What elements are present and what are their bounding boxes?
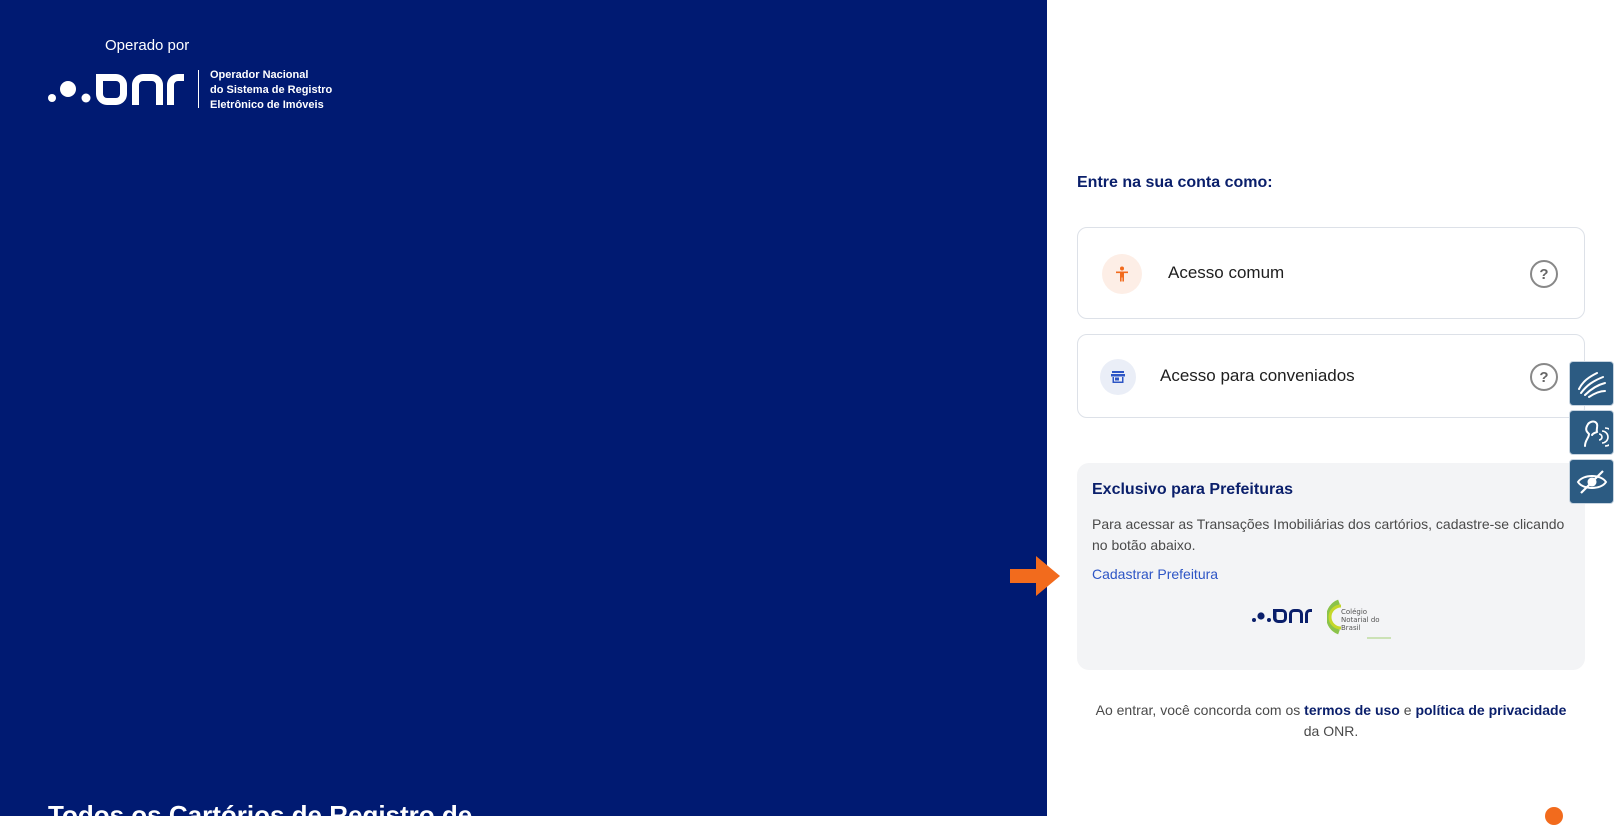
login-panel: Entre na sua conta como: Acesso comum ? … <box>1047 0 1616 816</box>
prefeituras-description: Para acessar as Transações Imobiliárias … <box>1092 516 1565 553</box>
help-icon[interactable]: ? <box>1530 363 1558 391</box>
terms-conjunction: e <box>1403 702 1412 718</box>
privacy-policy-link[interactable]: política de privacidade <box>1415 702 1566 718</box>
partner-access-label: Acesso para conveniados <box>1160 366 1355 385</box>
logo-caption-line: Operador Nacional <box>210 69 309 81</box>
partner-logos: Colégio Notarial do Brasil <box>1252 598 1412 648</box>
colegio-notarial-logo: Colégio Notarial do Brasil <box>1327 599 1391 639</box>
logo-caption-line: Eletrônico de Imóveis <box>210 99 324 111</box>
prefeituras-title: Exclusivo para Prefeituras <box>1092 481 1293 498</box>
brand-panel: Operado por Operador Nacional do Sistema… <box>0 0 1047 816</box>
logo-caption: Operador Nacional do Sistema de Registro… <box>210 68 332 113</box>
terms-suffix: da ONR. <box>1303 723 1359 739</box>
svg-text:Notarial do: Notarial do <box>1341 616 1380 624</box>
high-contrast-icon[interactable] <box>1569 459 1614 504</box>
prefeituras-box: Exclusivo para Prefeituras Para acessar … <box>1077 463 1585 670</box>
terms-prefix: Ao entrar, você concorda com os <box>1095 702 1301 718</box>
store-icon <box>1100 359 1136 395</box>
accessibility-toolbar <box>1569 361 1614 508</box>
orange-arrow-icon <box>1010 556 1060 596</box>
sign-language-icon[interactable] <box>1569 361 1614 406</box>
svg-text:Colégio: Colégio <box>1341 608 1367 616</box>
audio-reader-icon[interactable] <box>1569 410 1614 455</box>
common-access-card[interactable]: Acesso comum ? <box>1077 227 1585 319</box>
logo-divider <box>198 70 199 108</box>
register-prefeitura-link[interactable]: Cadastrar Prefeitura <box>1092 566 1218 582</box>
common-access-label: Acesso comum <box>1168 263 1285 282</box>
terms-of-use-link[interactable]: termos de uso <box>1304 702 1400 718</box>
bottom-headline: Todos os Cartórios de Registro de <box>48 800 473 816</box>
login-title: Entre na sua conta como: <box>1077 174 1273 191</box>
terms-notice: Ao entrar, você concorda com os termos d… <box>1077 700 1585 742</box>
logo-caption-line: do Sistema de Registro <box>210 84 333 96</box>
partner-access-card[interactable]: Acesso para conveniados ? <box>1077 334 1585 418</box>
onr-small-logo <box>1252 609 1312 623</box>
svg-text:Brasil: Brasil <box>1341 624 1361 632</box>
help-icon[interactable]: ? <box>1530 260 1558 288</box>
person-icon <box>1102 254 1142 294</box>
onr-logo-mark <box>48 74 184 105</box>
floating-chat-button[interactable] <box>1545 807 1563 825</box>
operated-by-label: Operado por <box>105 37 190 54</box>
